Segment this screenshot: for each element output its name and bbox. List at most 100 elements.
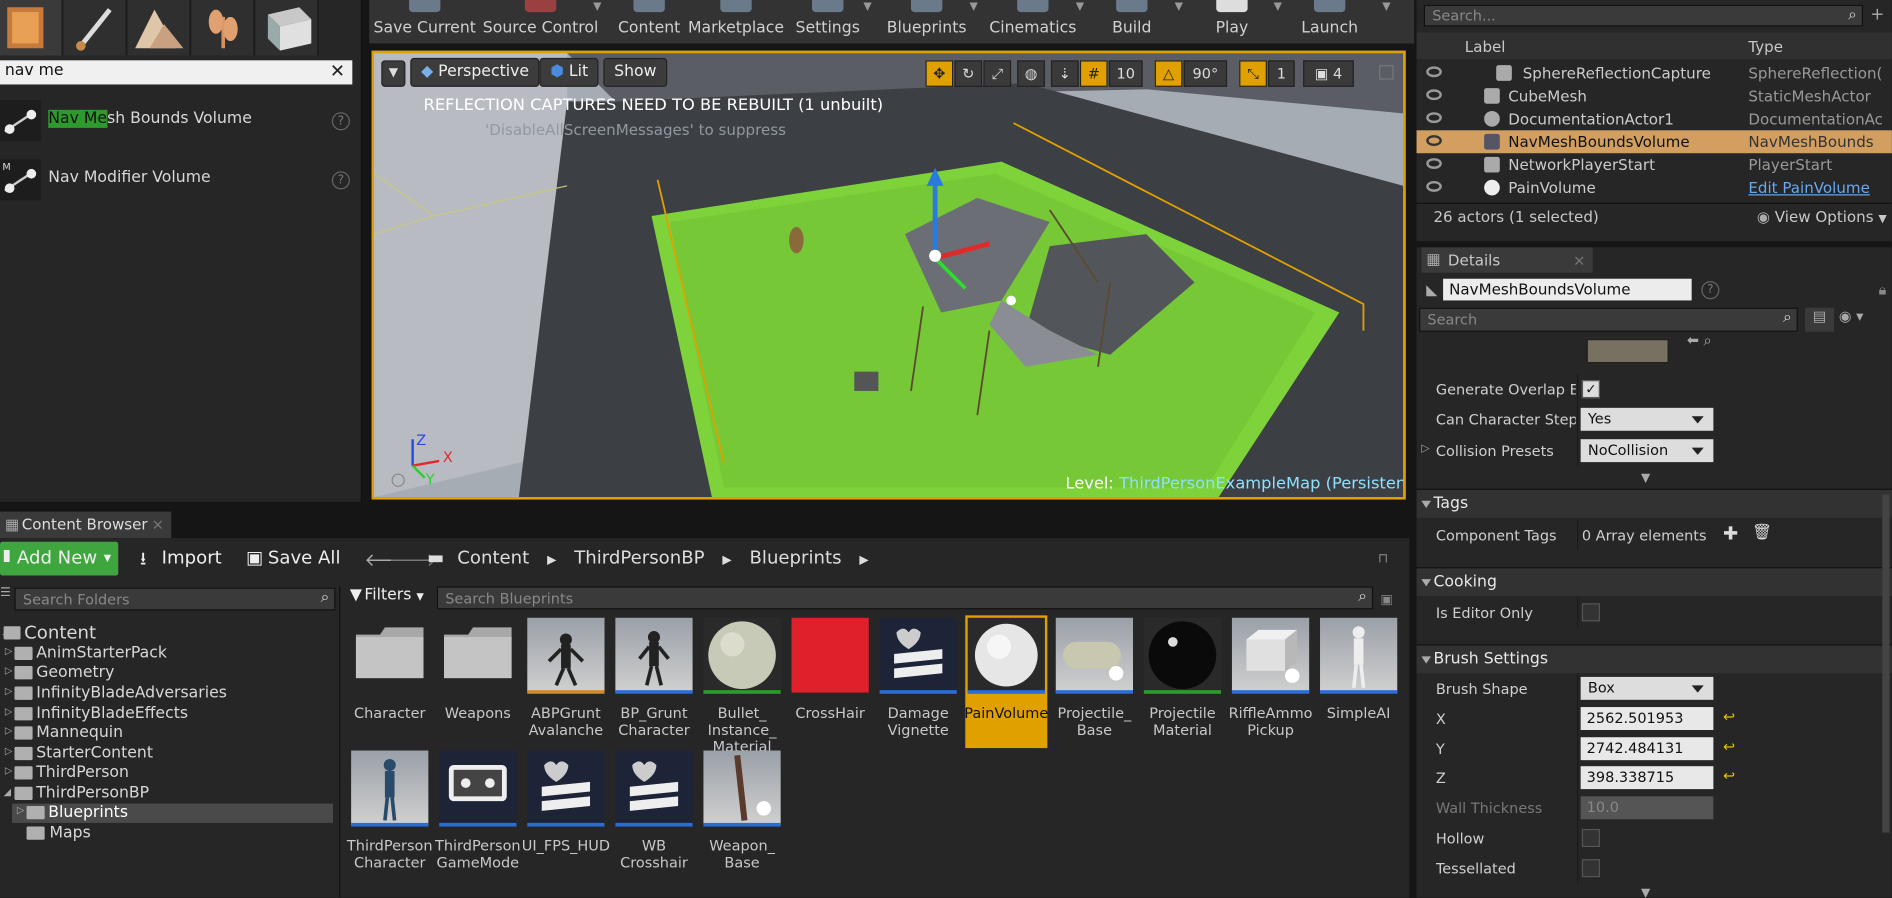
view-options-button[interactable]: ◉ View Options ▼ [1757,208,1887,226]
level-viewport[interactable]: ▼ ◆ Perspective ⬢ Lit Show ✥ ↻ ⤢ ◍ ⇣ # 1… [371,50,1406,500]
asset-tile[interactable]: UI_FPS_HUD [522,748,610,881]
expand-arrow-icon[interactable]: ▷ [5,765,12,776]
source-control-dropdown[interactable]: ▼ [589,0,606,43]
geometry-mode-button[interactable] [255,0,319,56]
outliner-search-input[interactable]: Search... ⌕ [1423,4,1863,27]
editor-only-checkbox[interactable] [1581,603,1600,622]
type-column-header[interactable]: Type [1748,37,1783,55]
add-element-icon[interactable]: ✚ [1723,522,1738,544]
rotation-snap-icon[interactable]: △ [1154,60,1183,87]
browse-icon[interactable]: ⬅ ⌕ [1687,332,1712,350]
asset-tile[interactable]: Projectile_ Base [1053,615,1135,748]
world-space-icon[interactable]: ◍ [1017,60,1045,87]
marketplace-button[interactable]: Marketplace [688,0,785,43]
asset-tile[interactable]: Bullet_ Instance_ Material [701,615,783,755]
scale-snap-icon[interactable]: ⤡ [1239,60,1267,87]
visibility-eye-icon[interactable] [1426,158,1442,169]
folder-row[interactable]: ▷ InfinityBladeEffects [0,705,335,724]
reset-to-default-icon[interactable]: ↩ [1723,738,1735,755]
asset-tile[interactable]: ThirdPerson Character [347,748,433,881]
asset-tile-selected[interactable]: PainVolume [964,615,1048,749]
visibility-eye-icon[interactable] [1426,135,1442,146]
foliage-mode-button[interactable] [191,0,255,56]
visibility-eye-icon[interactable] [1426,180,1442,192]
expand-arrow-icon[interactable]: ▷ [5,646,12,657]
folder-row[interactable]: ◢ ThirdPersonBP [0,784,335,803]
actor-name-field[interactable]: NavMeshBoundsVolume [1443,278,1692,301]
details-search-input[interactable]: Search ⌕ [1418,307,1798,332]
folder-row-selected[interactable]: ▷ Blueprints [12,803,334,823]
y-value-field[interactable]: 2742.484131 [1580,737,1714,761]
expand-arrow-icon[interactable]: ▷ [5,725,12,736]
play-button[interactable]: Play [1202,0,1262,43]
breadcrumb-arrow-icon[interactable]: ▶ [722,554,731,567]
details-tab[interactable]: ▦ Details × [1421,247,1593,273]
settings-dropdown[interactable]: ▼ [859,0,876,43]
asset-tile[interactable]: Damage Vignette [877,615,959,748]
blueprints-dropdown[interactable]: ▼ [965,0,982,43]
asset-tile[interactable]: Weapon_ Base [701,748,783,881]
grid-snap-value[interactable]: 10 [1108,60,1143,87]
property-matrix-icon[interactable]: ▤ [1805,307,1835,332]
visibility-eye-icon[interactable] [1426,66,1442,78]
clear-search-icon[interactable]: ✕ [330,60,345,82]
filters-button[interactable]: ▼ Filters ▼ [350,586,434,608]
grid-snap-icon[interactable]: # [1079,60,1108,87]
translate-tool-icon[interactable]: ✥ [925,60,954,87]
help-icon[interactable]: ? [1701,281,1720,300]
help-icon[interactable]: ? [331,171,350,190]
reset-to-default-icon[interactable]: ↩ [1723,767,1735,784]
outliner-row[interactable]: SphereReflectionCapture SphereReflection( [1417,62,1892,85]
paint-mode-button[interactable] [63,0,127,56]
close-tab-icon[interactable]: × [151,515,164,533]
save-current-button[interactable]: Save Current [369,0,480,43]
content-browser-tab[interactable]: ▦ Content Browser × [0,511,172,539]
search-folders-input[interactable]: Search Folders ⌕ [14,587,336,611]
tessellated-checkbox[interactable] [1581,859,1600,878]
maximize-viewport-icon[interactable] [1379,65,1394,80]
place-search-input[interactable]: nav me ✕ [0,60,353,85]
collision-presets-dropdown[interactable]: NoCollision [1580,439,1714,463]
settings-button[interactable]: Settings [792,0,864,43]
add-icon[interactable]: + [1870,5,1887,27]
folder-row[interactable]: ▷ Mannequin [0,724,335,743]
expand-arrow-icon[interactable]: ▷ [5,746,12,757]
expand-arrow-icon[interactable]: ▷ [5,685,12,696]
asset-tile[interactable]: Weapons [437,615,519,748]
asset-tile[interactable]: ABPGrunt Avalanche [525,615,607,748]
folder-row[interactable]: ▷ AnimStarterPack [0,644,335,663]
asset-tile[interactable]: SimpleAI [1318,615,1400,748]
expand-arrow-icon[interactable]: ▷ [5,665,12,676]
generate-overlap-checkbox[interactable]: ✓ [1581,380,1600,399]
x-value-field[interactable]: 2562.501953 [1580,707,1714,730]
folder-row[interactable]: ▷ InfinityBladeAdversaries [0,684,335,703]
build-dropdown[interactable]: ▼ [1170,0,1187,43]
outliner-row[interactable]: PainVolume Edit PainVolume [1417,176,1892,199]
category-tags[interactable]: Tags [1416,488,1892,518]
category-brush-settings[interactable]: Brush Settings [1416,644,1892,674]
surface-snap-icon[interactable]: ⇣ [1050,60,1079,87]
z-value-field[interactable]: 398.338715 [1580,766,1714,790]
folder-row[interactable]: Maps [0,824,335,843]
category-cooking[interactable]: Cooking [1416,567,1892,597]
asset-tile[interactable]: RiffleAmmo Pickup [1229,615,1313,748]
source-control-button[interactable]: Source Control [480,0,601,43]
collapse-arrow-icon[interactable]: ◢ [4,787,11,798]
breadcrumb-content[interactable]: Content [457,547,529,569]
show-button[interactable]: Show [603,57,668,87]
label-column-header[interactable]: Label [1465,37,1506,55]
import-button[interactable]: ⭳ Import [135,542,224,576]
expand-arrow-icon[interactable]: ▷ [1421,443,1429,455]
asset-tile[interactable]: Character [349,615,431,748]
play-dropdown[interactable]: ▼ [1269,0,1286,43]
expand-arrow-icon[interactable]: ▷ [17,805,24,816]
outliner-row-selected[interactable]: NavMeshBoundsVolume NavMeshBounds [1416,130,1892,154]
reset-to-default-icon[interactable]: ↩ [1723,708,1735,725]
hollow-checkbox[interactable] [1581,828,1600,848]
lit-button[interactable]: ⬢ Lit [539,57,600,87]
scale-tool-icon[interactable]: ⤢ [983,60,1012,87]
place-item-nav-mesh-bounds-volume[interactable]: Nav Mesh Bounds Volume ? [0,95,360,148]
blueprints-button[interactable]: Blueprints [883,0,970,43]
visibility-eye-icon[interactable] [1426,89,1442,101]
viewport-options-dropdown[interactable]: ▼ [381,60,406,87]
